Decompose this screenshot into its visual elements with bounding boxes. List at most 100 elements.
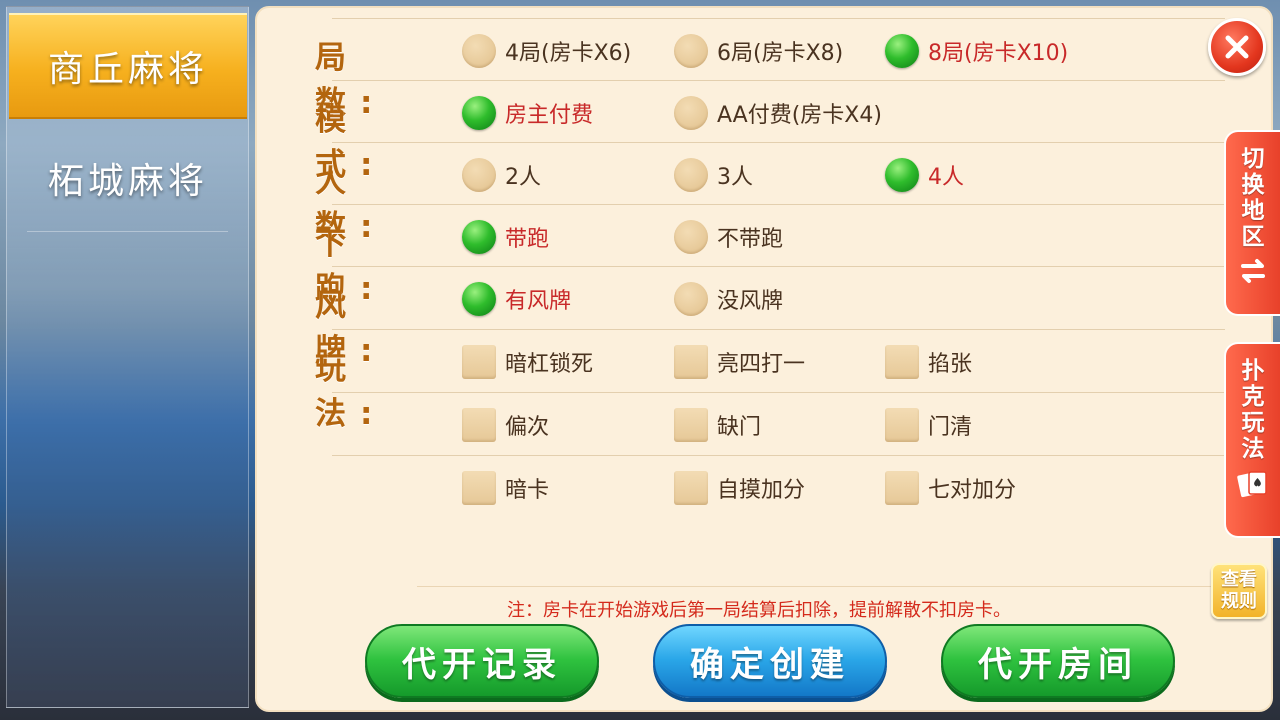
sidebar-divider: [27, 231, 228, 232]
row-players: 人数: 2人 3人 4人: [315, 144, 1225, 245]
option-label: 门清: [928, 415, 973, 440]
checkbox-box: [674, 471, 708, 505]
room-card-note: 注：房卡在开始游戏后第一局结算后扣除，提前解散不扣房卡。: [507, 600, 1011, 621]
checkbox-angang-lock[interactable]: 暗杠锁死: [462, 345, 593, 379]
checkbox-box: [885, 471, 919, 505]
tab-char: 换: [1241, 172, 1265, 198]
rules-label-line: 查看: [1221, 569, 1257, 590]
radio-circle-selected: [462, 220, 496, 254]
poker-games-tab[interactable]: 扑 克 玩 法: [1224, 342, 1280, 538]
option-label: 6局(房卡X8): [717, 41, 844, 66]
radio-circle: [674, 96, 708, 130]
confirm-create-button[interactable]: 确定创建: [653, 624, 887, 698]
option-label: 掐张: [928, 352, 973, 377]
option-label: 缺门: [717, 415, 762, 440]
row-play-rules-3: 暗卡 自摸加分 七对加分: [315, 457, 1225, 519]
tab-zhecheng-mahjong[interactable]: 柘城麻将: [9, 125, 247, 231]
tab-label: 柘城麻将: [47, 161, 208, 202]
checkbox-menqing[interactable]: 门清: [885, 408, 972, 442]
tab-char: 法: [1241, 436, 1265, 462]
radio-6-rounds[interactable]: 6局(房卡X8): [674, 34, 843, 68]
option-label: 自摸加分: [717, 478, 806, 503]
option-label: 有风牌: [505, 289, 572, 314]
row-wind-tiles: 风牌: 有风牌 没风牌: [315, 268, 1225, 369]
option-label: AA付费(房卡X4): [717, 103, 882, 128]
checkbox-pianci[interactable]: 偏次: [462, 408, 549, 442]
checkbox-box: [674, 345, 708, 379]
row-divider: [332, 204, 1225, 205]
note-divider: [417, 586, 1217, 587]
close-icon: [1225, 35, 1249, 59]
proxy-room-button[interactable]: 代开房间: [941, 624, 1175, 698]
radio-4-rounds[interactable]: 4局(房卡X6): [462, 34, 631, 68]
checkbox-box: [462, 345, 496, 379]
row-run: 下跑: 带跑 不带跑: [315, 206, 1225, 307]
tab-char: 切: [1241, 146, 1265, 172]
radio-circle-selected: [462, 282, 496, 316]
radio-2-players[interactable]: 2人: [462, 158, 541, 192]
button-label: 代开记录: [402, 644, 562, 685]
switch-region-tab[interactable]: 切 换 地 区: [1224, 130, 1280, 316]
option-label: 七对加分: [928, 478, 1017, 503]
tab-label: 商丘麻将: [47, 49, 208, 90]
button-label: 确定创建: [690, 644, 850, 685]
radio-without-run[interactable]: 不带跑: [674, 220, 783, 254]
checkbox-box: [885, 345, 919, 379]
option-label: 暗卡: [505, 478, 550, 503]
radio-circle-selected: [885, 158, 919, 192]
row-divider: [332, 392, 1225, 393]
radio-8-rounds[interactable]: 8局(房卡X10): [885, 34, 1068, 68]
proxy-record-button[interactable]: 代开记录: [365, 624, 599, 698]
row-play-rules-2: 偏次 缺门 门清: [315, 394, 1225, 456]
option-label: 4局(房卡X6): [505, 41, 632, 66]
create-room-panel: 局数: 4局(房卡X6) 6局(房卡X8) 8局(房卡X10) 模式: 房主付费…: [255, 6, 1273, 712]
checkbox-box: [674, 408, 708, 442]
option-label: 没风牌: [717, 289, 784, 314]
close-button[interactable]: [1208, 18, 1266, 76]
radio-owner-pays[interactable]: 房主付费: [462, 96, 593, 130]
tab-shangqiu-mahjong[interactable]: 商丘麻将: [9, 13, 247, 119]
row-divider: [332, 18, 1225, 19]
option-label: 房主付费: [505, 103, 594, 128]
radio-circle: [462, 158, 496, 192]
radio-without-wind[interactable]: 没风牌: [674, 282, 783, 316]
tab-char: 扑: [1241, 358, 1265, 384]
checkbox-box: [462, 471, 496, 505]
radio-aa-pays[interactable]: AA付费(房卡X4): [674, 96, 882, 130]
radio-circle: [674, 34, 708, 68]
swap-arrows-icon: [1241, 259, 1265, 283]
tab-char: 地: [1241, 198, 1265, 224]
radio-circle: [674, 220, 708, 254]
playing-cards-icon: [1237, 471, 1267, 498]
row-play-rules-1: 玩法: 暗杠锁死 亮四打一 掐张: [315, 331, 1225, 432]
option-label: 4人: [928, 165, 964, 190]
view-rules-button[interactable]: 查看 规则: [1211, 563, 1267, 619]
row-divider: [332, 80, 1225, 81]
button-label: 代开房间: [978, 644, 1138, 685]
game-list-sidebar: 商丘麻将 柘城麻将: [6, 6, 249, 708]
radio-with-run[interactable]: 带跑: [462, 220, 549, 254]
checkbox-qiazhang[interactable]: 掐张: [885, 345, 972, 379]
option-label: 不带跑: [717, 227, 784, 252]
checkbox-quemen[interactable]: 缺门: [674, 408, 761, 442]
row-rounds: 局数: 4局(房卡X6) 6局(房卡X8) 8局(房卡X10): [315, 20, 1225, 121]
checkbox-zimo-bonus[interactable]: 自摸加分: [674, 471, 805, 505]
radio-with-wind[interactable]: 有风牌: [462, 282, 571, 316]
option-label: 偏次: [505, 415, 550, 440]
checkbox-liangsi-dayi[interactable]: 亮四打一: [674, 345, 805, 379]
radio-circle: [674, 282, 708, 316]
radio-circle: [674, 158, 708, 192]
radio-circle-selected: [885, 34, 919, 68]
rules-label-line: 规则: [1221, 591, 1257, 612]
option-label: 2人: [505, 165, 541, 190]
tab-char: 克: [1241, 384, 1265, 410]
radio-4-players[interactable]: 4人: [885, 158, 964, 192]
tab-char: 玩: [1241, 410, 1265, 436]
checkbox-qidui-bonus[interactable]: 七对加分: [885, 471, 1016, 505]
checkbox-anka[interactable]: 暗卡: [462, 471, 549, 505]
row-divider: [332, 455, 1225, 456]
checkbox-box: [462, 408, 496, 442]
radio-circle: [462, 34, 496, 68]
radio-circle-selected: [462, 96, 496, 130]
radio-3-players[interactable]: 3人: [674, 158, 753, 192]
